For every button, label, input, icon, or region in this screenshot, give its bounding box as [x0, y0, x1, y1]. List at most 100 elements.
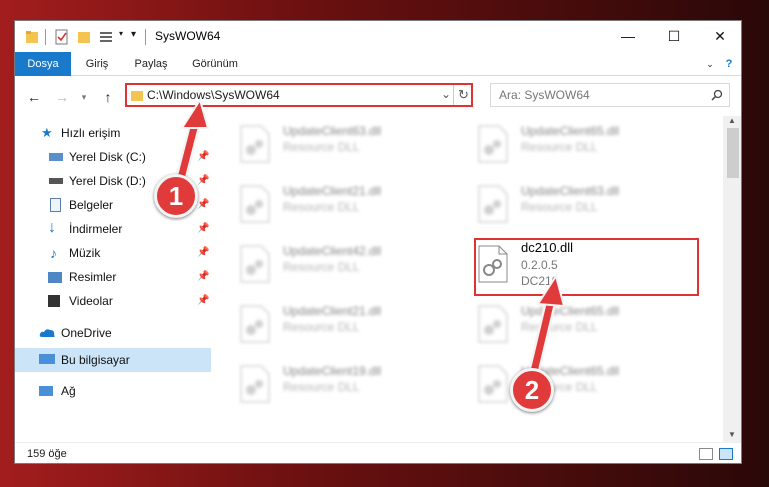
search-icon[interactable] — [711, 89, 723, 101]
dll-file-icon — [478, 125, 508, 163]
list-item[interactable]: UpdateClient63.dll Resource DLL — [227, 118, 447, 168]
dll-file-icon — [240, 305, 270, 343]
video-icon — [48, 295, 60, 307]
folder-icon — [131, 91, 143, 101]
list-item[interactable]: UpdateClient21.dll Resource DLL — [227, 298, 447, 348]
recent-locations-icon[interactable]: ▾ — [75, 88, 93, 106]
sidebar-item-music[interactable]: ♪ Müzik 📌 — [15, 242, 211, 264]
file-type: Resource DLL — [521, 200, 598, 214]
list-item[interactable]: UpdateClient42.dll Resource DLL — [227, 238, 447, 288]
sidebar-item-downloads[interactable]: ↓ İndirmeler 📌 — [15, 218, 211, 240]
pin-icon[interactable]: 📌 — [197, 290, 209, 312]
list-item[interactable]: UpdateClient65.dll Resource DLL — [465, 358, 685, 408]
address-bar[interactable]: C:\Windows\SysWOW64 ⌄ ↻ — [125, 83, 473, 107]
sidebar-item-this-pc[interactable]: Bu bilgisayar — [15, 348, 211, 372]
dll-file-icon — [240, 245, 270, 283]
dll-file-icon — [240, 185, 270, 223]
list-item[interactable]: UpdateClient65.dll Resource DLL — [465, 118, 685, 168]
pin-icon[interactable]: 📌 — [197, 242, 209, 264]
separator — [45, 29, 46, 45]
document-icon — [50, 198, 61, 212]
details-view-icon[interactable] — [699, 448, 713, 460]
separator — [145, 29, 146, 45]
close-button[interactable]: ✕ — [697, 21, 741, 52]
computer-icon — [39, 354, 55, 364]
up-button[interactable]: ↑ — [99, 88, 117, 106]
pin-icon[interactable]: 📌 — [197, 266, 209, 288]
drive-icon — [49, 153, 63, 161]
scrollbar-thumb[interactable] — [727, 128, 739, 178]
sidebar-item-label: Videolar — [69, 294, 113, 308]
status-bar: 159 öğe — [15, 442, 741, 463]
sidebar-item-network[interactable]: Ağ — [15, 380, 211, 402]
customize-toolbar-icon[interactable]: ▾ — [131, 29, 136, 45]
sidebar-item-disk-c[interactable]: Yerel Disk (C:) 📌 — [15, 146, 211, 168]
search-input[interactable]: Ara: SysWOW64 — [490, 83, 730, 107]
scroll-up-icon[interactable]: ▲ — [728, 116, 736, 125]
sidebar-item-onedrive[interactable]: OneDrive — [15, 322, 211, 344]
new-folder-icon[interactable] — [77, 29, 91, 45]
sidebar-item-label: Bu bilgisayar — [61, 353, 130, 367]
sidebar-item-label: Resimler — [69, 270, 117, 284]
vertical-scrollbar[interactable]: ▲ ▼ — [723, 116, 741, 442]
dll-file-icon — [478, 365, 508, 403]
expand-ribbon-icon[interactable]: ⌄ — [701, 52, 719, 76]
search-placeholder: Ara: SysWOW64 — [499, 88, 590, 102]
drive-icon — [49, 178, 63, 184]
sidebar-item-quick-access[interactable]: ★ Hızlı erişim — [15, 122, 211, 144]
pin-icon[interactable]: 📌 — [197, 218, 209, 240]
list-item[interactable]: UpdateClient63.dll Resource DLL — [465, 178, 685, 228]
help-icon[interactable]: ? — [719, 52, 739, 76]
star-icon: ★ — [41, 125, 53, 140]
sidebar-item-label: İndirmeler — [69, 222, 123, 236]
file-type: Resource DLL — [521, 140, 598, 154]
highlight-box — [474, 238, 699, 296]
file-name: UpdateClient19.dll — [283, 364, 382, 378]
sidebar-item-label: Müzik — [69, 246, 101, 260]
dll-file-icon — [240, 125, 270, 163]
pin-icon[interactable]: 📌 — [197, 194, 209, 216]
item-count: 159 öğe — [27, 448, 67, 460]
cloud-icon — [39, 329, 55, 337]
maximize-button[interactable]: ☐ — [651, 21, 697, 52]
tab-dosya[interactable]: Dosya — [15, 52, 71, 76]
file-type: Resource DLL — [283, 320, 360, 334]
list-view-icon[interactable] — [99, 29, 113, 45]
refresh-icon[interactable]: ↻ — [458, 87, 469, 103]
file-type: Resource DLL — [283, 200, 360, 214]
separator — [453, 85, 454, 105]
tab-paylas[interactable]: Paylaş — [129, 52, 173, 76]
forward-button[interactable]: → — [53, 88, 71, 106]
sidebar-item-videos[interactable]: Videolar 📌 — [15, 290, 211, 312]
minimize-button[interactable]: — — [605, 21, 651, 52]
sidebar-item-label: Yerel Disk (D:) — [69, 174, 146, 188]
scroll-down-icon[interactable]: ▼ — [728, 430, 736, 439]
tab-giris[interactable]: Giriş — [77, 52, 117, 76]
pin-icon[interactable]: 📌 — [197, 170, 209, 192]
sidebar-item-label: Hızlı erişim — [61, 126, 121, 140]
step-marker-2: 2 — [510, 368, 554, 412]
window-title: SysWOW64 — [155, 29, 221, 43]
properties-icon[interactable] — [55, 29, 69, 45]
pin-icon[interactable]: 📌 — [197, 146, 209, 168]
large-icons-view-icon[interactable] — [719, 448, 733, 460]
dll-file-icon — [478, 185, 508, 223]
file-name: UpdateClient63.dll — [283, 124, 382, 138]
sidebar-item-label: Yerel Disk (C:) — [69, 150, 146, 164]
tab-gorunum[interactable]: Görünüm — [185, 52, 245, 76]
list-item[interactable]: UpdateClient65.dll Resource DLL — [465, 298, 685, 348]
download-icon: ↓ — [48, 219, 56, 236]
chevron-down-icon[interactable]: ▾ — [119, 29, 123, 45]
step-marker-1: 1 — [154, 174, 198, 218]
back-button[interactable]: ← — [25, 88, 43, 106]
list-item[interactable]: UpdateClient19.dll Resource DLL — [227, 358, 447, 408]
file-name: UpdateClient65.dll — [521, 124, 620, 138]
navigation-pane: ★ Hızlı erişim Yerel Disk (C:) 📌 Yerel D… — [15, 116, 211, 442]
file-name: UpdateClient21.dll — [283, 304, 382, 318]
list-item[interactable]: UpdateClient21.dll Resource DLL — [227, 178, 447, 228]
sidebar-item-label: Ağ — [61, 384, 76, 398]
chevron-down-icon[interactable]: ⌄ — [441, 87, 451, 101]
sidebar-item-pictures[interactable]: Resimler 📌 — [15, 266, 211, 288]
file-name: UpdateClient21.dll — [283, 184, 382, 198]
network-icon — [39, 386, 53, 396]
